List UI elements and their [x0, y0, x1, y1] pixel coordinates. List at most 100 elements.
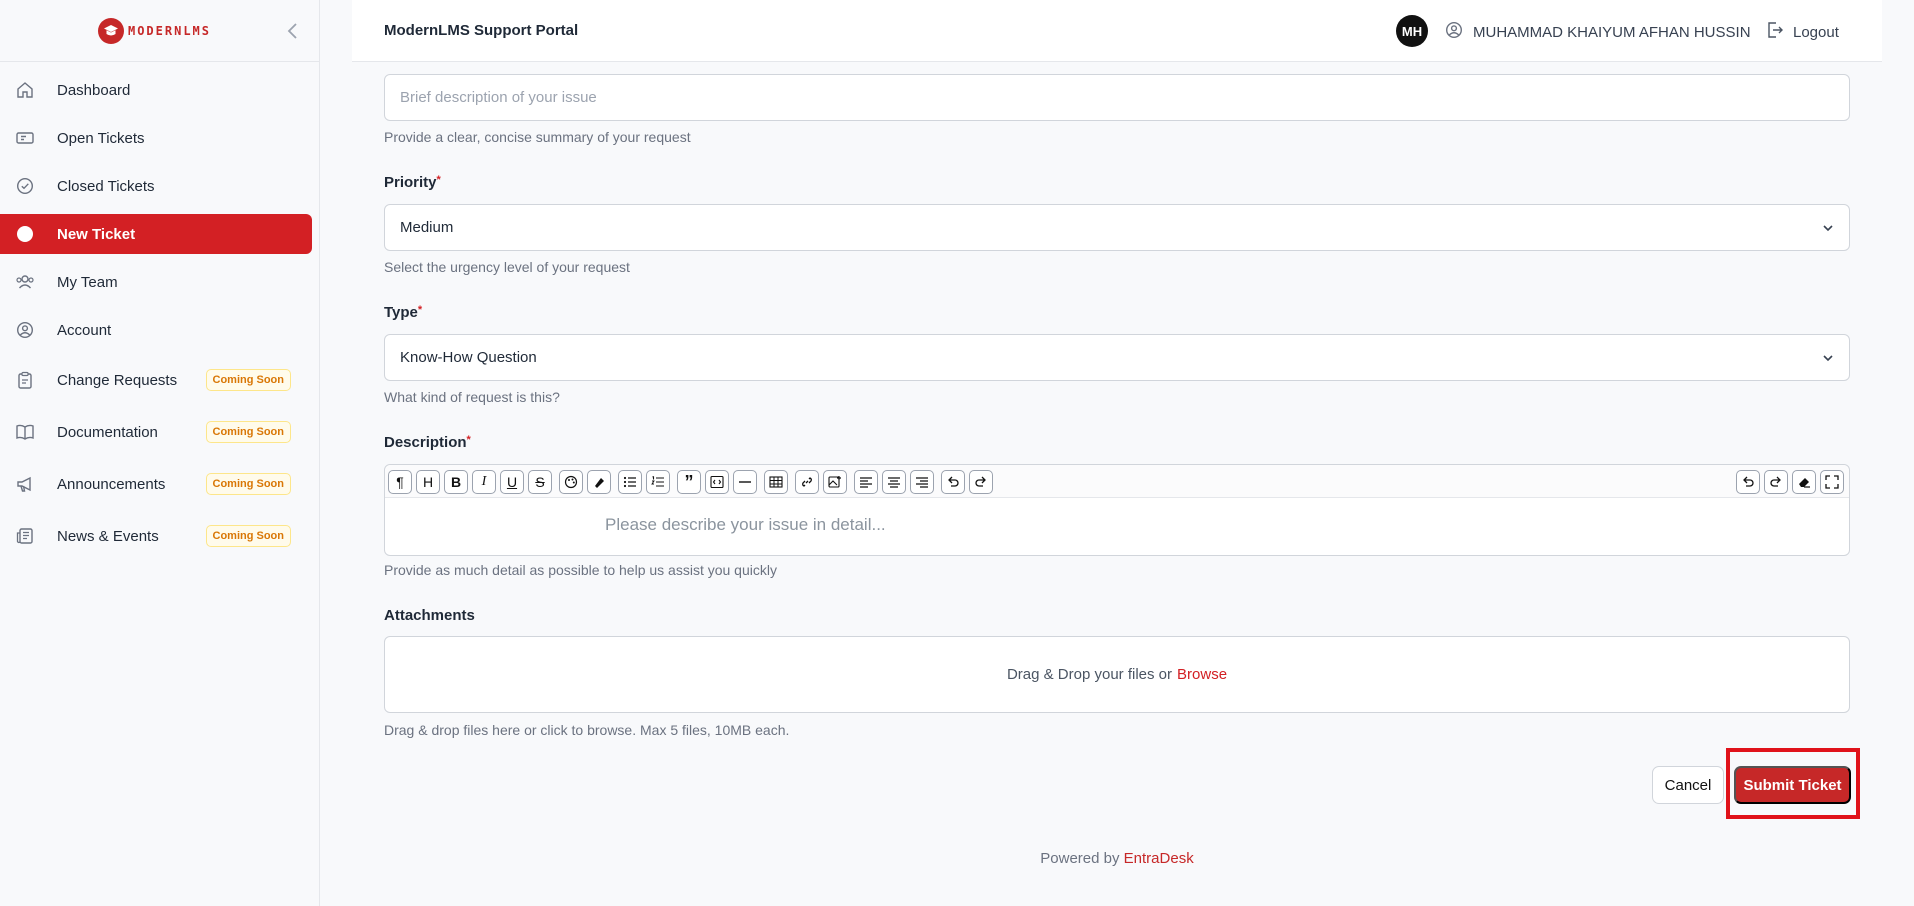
check-circle-icon — [15, 176, 35, 196]
image-icon[interactable] — [823, 470, 847, 494]
sidebar-item-announcements[interactable]: Announcements Coming Soon — [0, 462, 312, 506]
footer-prefix: Powered by — [1040, 850, 1120, 867]
topbar: ModernLMS Support Portal MH MUHAMMAD KHA… — [352, 0, 1882, 62]
footer-brand-link[interactable]: EntraDesk — [1124, 850, 1194, 867]
description-editor[interactable]: ¶ H B I U S ” Please describe your issue… — [384, 464, 1850, 556]
subject-input[interactable]: Brief description of your issue — [384, 74, 1850, 121]
sidebar-nav: Dashboard Open Tickets Closed Tickets Ne… — [0, 62, 319, 558]
sidebar-item-dashboard[interactable]: Dashboard — [0, 70, 312, 110]
paragraph-icon[interactable]: ¶ — [388, 470, 412, 494]
eraser-icon[interactable] — [1792, 470, 1816, 494]
priority-help: Select the urgency level of your request — [384, 259, 630, 275]
logout-button[interactable]: Logout — [1766, 21, 1839, 43]
undo-icon[interactable] — [941, 470, 965, 494]
description-placeholder: Please describe your issue in detail... — [605, 515, 886, 534]
sidebar-item-new-ticket[interactable]: New Ticket — [0, 214, 312, 254]
type-select[interactable]: Know-How Question — [384, 334, 1850, 381]
chevron-down-icon — [1821, 351, 1835, 369]
sidebar-item-label: Account — [57, 321, 112, 339]
type-help: What kind of request is this? — [384, 389, 560, 405]
home-icon — [15, 80, 35, 100]
sidebar-item-label: Documentation — [57, 423, 158, 441]
redo-icon[interactable] — [1764, 470, 1788, 494]
fullscreen-icon[interactable] — [1820, 470, 1844, 494]
type-value: Know-How Question — [400, 349, 537, 366]
redo-icon[interactable] — [969, 470, 993, 494]
chevron-left-icon — [287, 23, 297, 39]
sidebar-item-label: Open Tickets — [57, 129, 145, 147]
heading-icon[interactable]: H — [416, 470, 440, 494]
code-block-icon[interactable] — [705, 470, 729, 494]
align-right-icon[interactable] — [910, 470, 934, 494]
undo-icon[interactable] — [1736, 470, 1760, 494]
strikethrough-icon[interactable]: S — [528, 470, 552, 494]
footer: Powered by EntraDesk — [384, 850, 1850, 867]
align-left-icon[interactable] — [854, 470, 878, 494]
required-mark: * — [466, 434, 471, 446]
sidebar-item-closed-tickets[interactable]: Closed Tickets — [0, 166, 312, 206]
attachments-help: Drag & drop files here or click to brows… — [384, 722, 790, 738]
chevron-down-icon — [1821, 221, 1835, 239]
bold-icon[interactable]: B — [444, 470, 468, 494]
sidebar-item-label: News & Events — [57, 527, 159, 545]
user-circle-icon — [1445, 21, 1463, 43]
dot-icon — [15, 224, 35, 244]
coming-soon-badge: Coming Soon — [205, 473, 291, 495]
coming-soon-badge: Coming Soon — [205, 369, 291, 391]
ticket-icon — [15, 128, 35, 148]
sidebar-item-news-events[interactable]: News & Events Coming Soon — [0, 514, 312, 558]
sidebar-item-account[interactable]: Account — [0, 310, 312, 350]
book-icon — [15, 422, 35, 442]
portal-title: ModernLMS Support Portal — [384, 22, 579, 39]
highlighter-icon[interactable] — [587, 470, 611, 494]
underline-icon[interactable]: U — [500, 470, 524, 494]
dropzone-text: Drag & Drop your files or — [1006, 666, 1173, 683]
sidebar-item-documentation[interactable]: Documentation Coming Soon — [0, 410, 312, 454]
align-center-icon[interactable] — [882, 470, 906, 494]
ordered-list-icon[interactable] — [646, 470, 670, 494]
link-icon[interactable] — [795, 470, 819, 494]
user-circle-icon — [15, 320, 35, 340]
priority-select[interactable]: Medium — [384, 204, 1850, 251]
sidebar-item-label: Closed Tickets — [57, 177, 155, 195]
sidebar-item-label: Change Requests — [57, 371, 178, 389]
priority-label: Priority* — [384, 174, 441, 191]
bullet-list-icon[interactable] — [618, 470, 642, 494]
table-icon[interactable] — [764, 470, 788, 494]
required-mark: * — [417, 304, 423, 316]
description-label: Description* — [384, 434, 471, 451]
attachments-dropzone[interactable]: Drag & Drop your files or Browse — [384, 636, 1850, 713]
sidebar-item-label: My Team — [57, 273, 118, 291]
subject-help: Provide a clear, concise summary of your… — [384, 129, 691, 145]
megaphone-icon — [15, 474, 35, 494]
clipboard-icon — [15, 370, 35, 390]
sidebar-item-change-requests[interactable]: Change Requests Coming Soon — [0, 358, 312, 402]
logo-icon — [97, 17, 124, 44]
attachments-label: Attachments — [384, 607, 475, 624]
subject-placeholder: Brief description of your issue — [400, 89, 597, 106]
logo[interactable]: MODERNLMS — [97, 17, 212, 44]
sidebar-item-label: New Ticket — [57, 225, 136, 243]
collapse-sidebar-button[interactable] — [281, 19, 305, 43]
editor-toolbar: ¶ H B I U S ” — [385, 465, 1849, 498]
logout-icon — [1766, 21, 1784, 43]
sidebar-item-my-team[interactable]: My Team — [0, 262, 312, 302]
sidebar: MODERNLMS Dashboard Open Tickets Closed … — [0, 0, 320, 906]
italic-icon[interactable]: I — [472, 470, 496, 494]
required-mark: * — [436, 174, 441, 186]
avatar[interactable]: MH — [1396, 15, 1428, 47]
coming-soon-badge: Coming Soon — [205, 421, 291, 443]
blockquote-icon[interactable]: ” — [677, 470, 701, 494]
user-menu[interactable]: MUHAMMAD KHAIYUM AFHAN HUSSIN — [1445, 21, 1751, 43]
sidebar-item-label: Announcements — [57, 475, 166, 493]
browse-link[interactable]: Browse — [1177, 666, 1227, 683]
cancel-button[interactable]: Cancel — [1652, 766, 1724, 804]
user-name: MUHAMMAD KHAIYUM AFHAN HUSSIN — [1473, 23, 1751, 41]
palette-icon[interactable] — [559, 470, 583, 494]
sidebar-header: MODERNLMS — [0, 0, 319, 62]
horizontal-rule-icon[interactable] — [733, 470, 757, 494]
submit-ticket-button[interactable]: Submit Ticket — [1734, 766, 1851, 804]
sidebar-item-open-tickets[interactable]: Open Tickets — [0, 118, 312, 158]
logo-text: MODERNLMS — [127, 23, 212, 38]
description-help: Provide as much detail as possible to he… — [384, 562, 777, 578]
